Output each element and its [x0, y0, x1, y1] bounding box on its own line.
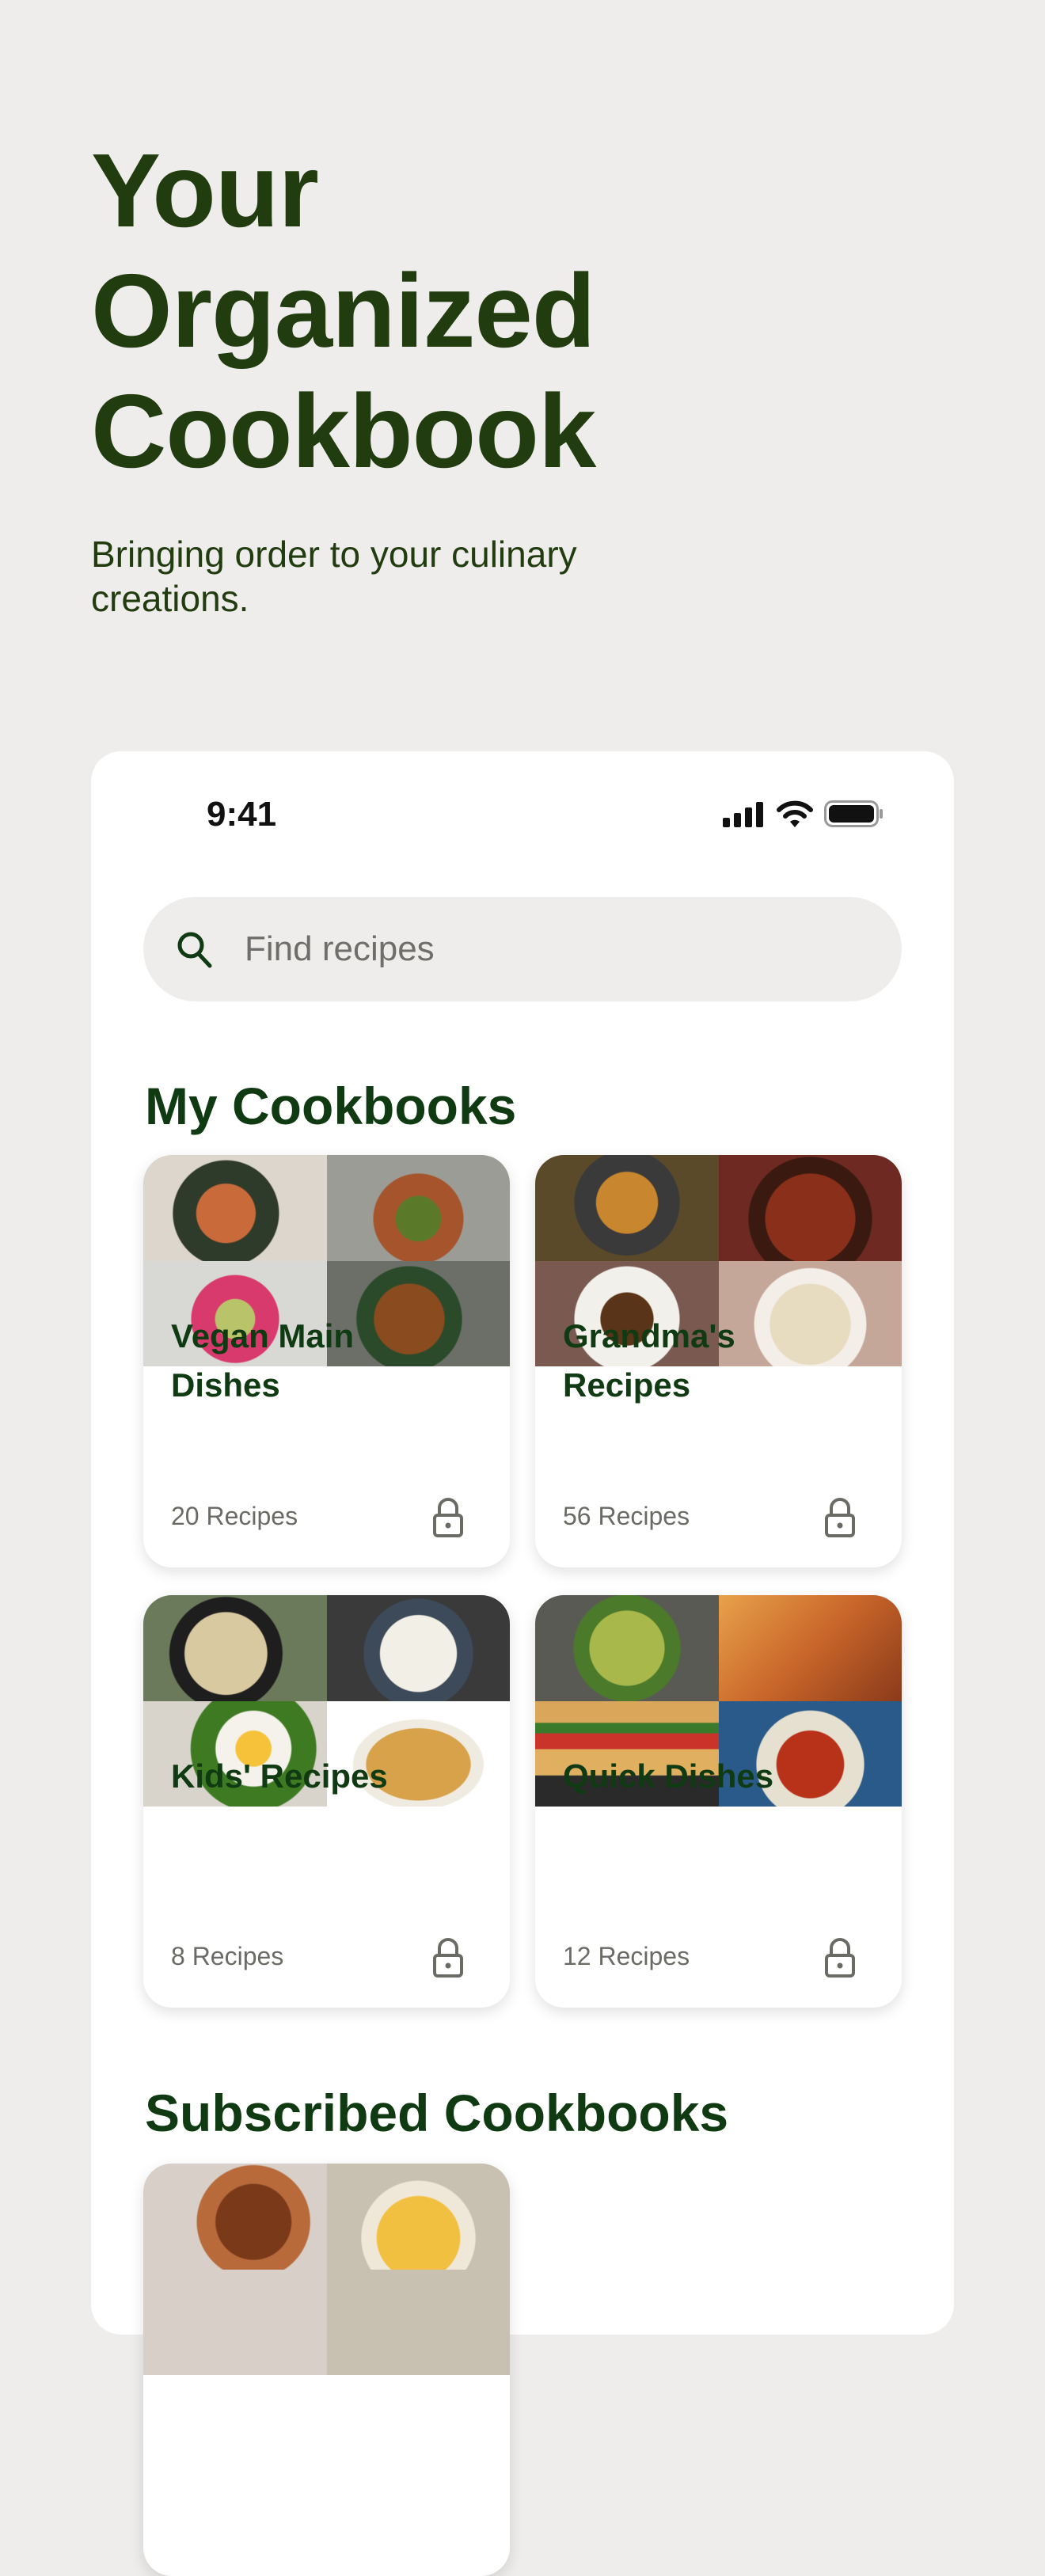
- recipe-count: 20 Recipes: [171, 1502, 298, 1530]
- cookbook-title: Grandma's Recipes: [563, 1316, 735, 1404]
- lock-icon: [433, 1938, 463, 1978]
- hero-title: Your Organized Cookbook: [91, 132, 596, 489]
- hero-subtitle: Bringing order to your culinary creation…: [91, 534, 577, 619]
- cookbook-card[interactable]: Kids' Recipes 8 Recipes: [143, 1595, 510, 2008]
- recipe-count: 12 Recipes: [563, 1942, 690, 1970]
- signal-icon: [723, 802, 763, 827]
- search-icon: [177, 932, 212, 968]
- lock-icon: [433, 1498, 463, 1537]
- lock-icon: [825, 1938, 855, 1978]
- search-bar[interactable]: [143, 897, 902, 1001]
- status-icons: [723, 800, 884, 827]
- cookbook-title: Vegan Main Dishes: [171, 1316, 355, 1404]
- lock-icon: [825, 1498, 855, 1537]
- cookbook-card[interactable]: Vegan Main Dishes 20 Recipes: [143, 1155, 510, 1567]
- cookbook-card[interactable]: Quick Dishes 12 Recipes: [535, 1595, 902, 2008]
- cookbook-title: Quick Dishes: [563, 1757, 774, 1795]
- battery-icon: [824, 800, 883, 827]
- subscribed-cookbooks-heading: Subscribed Cookbooks: [145, 2084, 729, 2142]
- status-time: 9:41: [207, 795, 277, 834]
- cookbook-card[interactable]: Grandma's Recipes 56 Recipes: [535, 1155, 902, 1567]
- subscribed-cookbook-card[interactable]: [143, 2164, 510, 2576]
- recipe-count: 8 Recipes: [171, 1942, 284, 1970]
- my-cookbooks-heading: My Cookbooks: [145, 1077, 517, 1135]
- cookbook-title: Kids' Recipes: [171, 1757, 388, 1795]
- search-input[interactable]: [243, 929, 848, 970]
- recipe-count: 56 Recipes: [563, 1502, 690, 1530]
- cookbook-cover-images: [143, 2164, 510, 2375]
- wifi-icon: [777, 800, 813, 827]
- phone-mockup: 9:41 My Cookbooks Vegan Main Dishes 20 R…: [91, 751, 954, 2576]
